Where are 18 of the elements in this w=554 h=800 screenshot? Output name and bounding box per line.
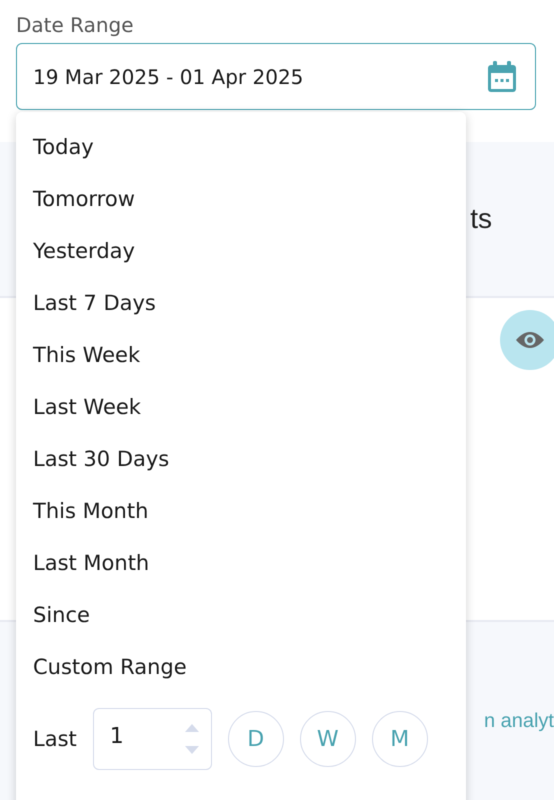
menu-item[interactable]: Last Month (16, 542, 466, 594)
menu-item[interactable]: Last 7 Days (16, 282, 466, 334)
field-label: Date Range (16, 12, 135, 39)
menu-item[interactable]: Last 30 Days (16, 438, 466, 490)
date-range-field[interactable]: 19 Mar 2025 - 01 Apr 2025 (16, 43, 536, 110)
menu-item[interactable]: Tomorrow (16, 178, 466, 230)
menu-item[interactable]: Today (16, 126, 466, 178)
last-label: Last (33, 727, 77, 751)
number-field[interactable]: 1 (92, 708, 212, 770)
menu-item[interactable]: Last Week (16, 386, 466, 438)
menu-item[interactable]: This Month (16, 490, 466, 542)
menu-item[interactable]: Since (16, 594, 466, 646)
menu-item[interactable]: This Week (16, 334, 466, 386)
section-heading: ts (470, 203, 492, 235)
calendar-icon[interactable] (487, 60, 517, 92)
menu-item[interactable]: Custom Range (16, 646, 466, 698)
view-button[interactable] (500, 310, 554, 370)
menu-item[interactable]: Yesterday (16, 230, 466, 282)
